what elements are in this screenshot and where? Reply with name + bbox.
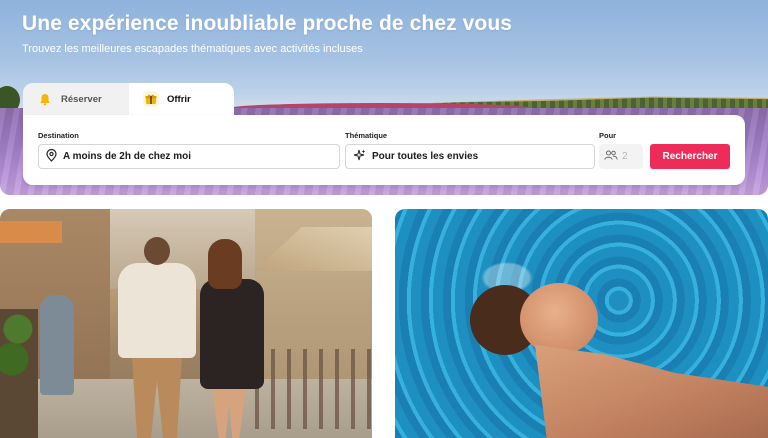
background-person [40,295,74,395]
street-awning-left [0,221,62,243]
guests-label: Pour [599,131,617,140]
hero-subtitle: Trouvez les meilleures escapades thémati… [22,43,363,55]
search-button[interactable]: Rechercher [650,144,730,169]
gift-icon [143,91,159,107]
photo-couple-street[interactable] [0,209,372,438]
hero-title: Une expérience inoubliable proche de che… [22,12,513,35]
guests-field[interactable]: 2 [599,144,643,169]
tab-reserver[interactable]: Réserver [23,83,129,115]
tab-offrir[interactable]: Offrir [129,83,234,115]
destination-field[interactable]: A moins de 2h de chez moi [38,144,340,169]
man-body [118,263,196,358]
bell-icon [37,91,53,107]
man-head [144,237,170,265]
sparkle-icon [353,149,366,165]
guests-value: 2 [622,151,628,162]
pool-face [520,283,598,355]
booking-tabs: Réserver Offrir [23,83,234,115]
destination-value: A moins de 2h de chez moi [63,151,191,162]
theme-field[interactable]: Pour toutes les envies [345,144,595,169]
location-pin-icon [46,148,57,165]
tab-reserver-label: Réserver [61,93,102,105]
tab-offrir-label: Offrir [167,93,191,105]
woman-hair [208,239,242,289]
search-panel: Destination A moins de 2h de chez moi Th… [23,115,745,185]
street-plant [0,309,38,438]
theme-value: Pour toutes les envies [372,151,479,162]
people-icon [604,150,618,163]
street-chairs [255,349,372,429]
theme-label: Thématique [345,131,388,140]
woman-body [200,279,264,389]
destination-label: Destination [38,131,79,140]
